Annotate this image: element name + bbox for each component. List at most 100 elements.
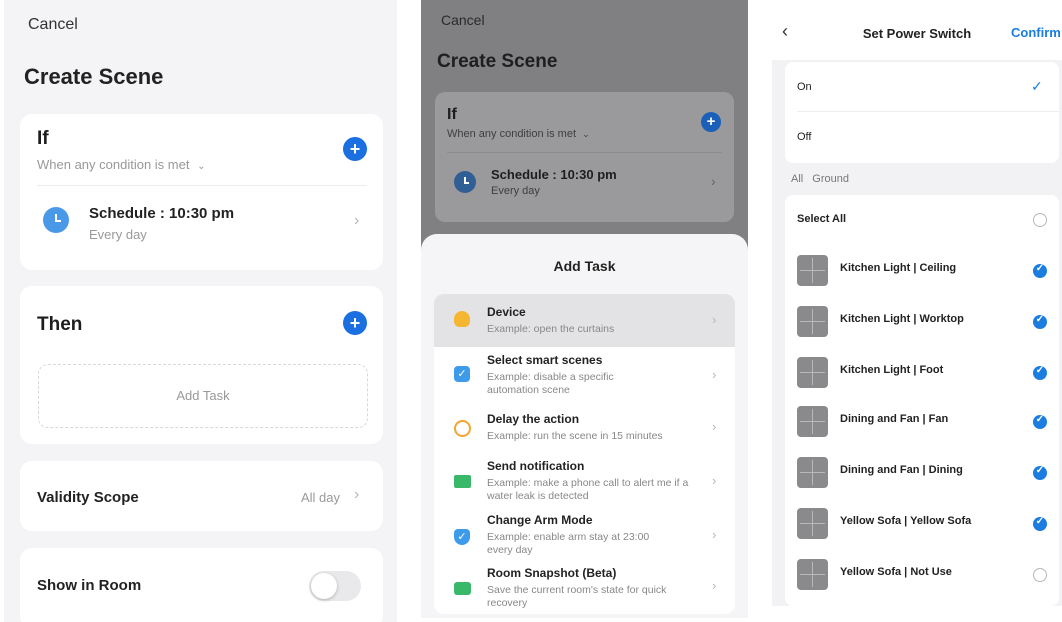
checked-circle-icon[interactable]	[1033, 263, 1047, 278]
switch-panel-icon	[797, 357, 828, 388]
device-row[interactable]: Kitchen Light | Ceiling	[785, 246, 1059, 296]
chevron-right-icon: ›	[711, 173, 716, 189]
if-title: If	[37, 128, 49, 149]
chevron-right-icon: ›	[712, 367, 717, 382]
device-row[interactable]: Dining and Fan | Fan	[785, 397, 1059, 447]
task-description: Example: open the curtains	[487, 323, 615, 335]
cancel-button[interactable]: Cancel	[28, 16, 78, 34]
clock-icon	[454, 171, 476, 193]
device-name: Dining and Fan | Dining	[840, 464, 963, 476]
condition-dropdown[interactable]: When any condition is met ⌄	[447, 128, 590, 140]
add-condition-button[interactable]: +	[701, 112, 721, 132]
switch-panel-icon	[797, 306, 828, 337]
schedule-title: Schedule : 10:30 pm	[491, 167, 617, 182]
task-item-notification[interactable]: Send notification Example: make a phone …	[434, 456, 735, 510]
task-title: Send notification	[487, 459, 585, 473]
if-card	[20, 114, 383, 270]
power-options-card	[785, 62, 1059, 163]
option-off[interactable]: Off	[797, 131, 811, 143]
page-title: Create Scene	[437, 51, 558, 72]
add-task-sheet: Add Task Device Example: open the curtai…	[421, 234, 748, 618]
device-name: Yellow Sofa | Yellow Sofa	[840, 515, 972, 527]
task-title: Device	[487, 305, 526, 319]
task-description: Save the current room's state for quick …	[487, 584, 667, 609]
filter-all[interactable]: All	[791, 173, 803, 185]
show-in-room-toggle[interactable]	[309, 571, 361, 601]
checkmark-icon: ✓	[1031, 78, 1043, 94]
envelope-icon	[454, 475, 471, 488]
clock-icon	[43, 207, 69, 233]
checked-circle-icon[interactable]	[1033, 365, 1047, 380]
schedule-subtitle: Every day	[89, 227, 147, 242]
checked-circle-icon[interactable]	[1033, 314, 1047, 329]
chevron-right-icon: ›	[712, 527, 717, 542]
filter-ground[interactable]: Ground	[812, 173, 849, 185]
task-item-device[interactable]: Device Example: open the curtains ›	[434, 294, 735, 347]
select-all-label: Select All	[797, 213, 847, 225]
task-list: Device Example: open the curtains › ✓ Se…	[434, 294, 735, 614]
chevron-right-icon: ›	[712, 578, 717, 593]
chevron-right-icon: ›	[354, 212, 360, 229]
device-name: Kitchen Light | Foot	[840, 364, 944, 376]
task-title: Delay the action	[487, 412, 580, 426]
device-row[interactable]: Kitchen Light | Foot	[785, 348, 1059, 398]
chevron-down-icon: ⌄	[582, 129, 590, 139]
switch-panel-icon	[797, 508, 828, 539]
switch-panel-icon	[797, 559, 828, 590]
task-title: Room Snapshot (Beta)	[487, 566, 617, 580]
condition-label: When any condition is met	[447, 128, 577, 140]
option-on[interactable]: On	[797, 81, 812, 93]
plus-icon: +	[706, 113, 716, 130]
condition-dropdown[interactable]: When any condition is met ⌄	[37, 157, 205, 172]
device-row[interactable]: Kitchen Light | Worktop	[785, 297, 1059, 347]
switch-panel-icon	[797, 406, 828, 437]
device-name: Kitchen Light | Ceiling	[840, 262, 957, 274]
add-task-button[interactable]: Add Task	[38, 364, 368, 428]
schedule-title: Schedule : 10:30 pm	[89, 205, 235, 222]
device-name: Dining and Fan | Fan	[840, 413, 949, 425]
select-all-radio[interactable]	[1033, 213, 1047, 227]
add-action-button[interactable]: +	[343, 311, 367, 335]
device-name: Kitchen Light | Worktop	[840, 313, 964, 325]
show-in-room-label: Show in Room	[37, 577, 142, 594]
if-card	[435, 92, 734, 222]
page-title: Create Scene	[24, 64, 164, 89]
task-description: Example: enable arm stay at 23:00 every …	[487, 531, 650, 556]
device-row[interactable]: Yellow Sofa | Not Use	[785, 550, 1059, 600]
divider	[797, 111, 1059, 112]
task-item-smart-scenes[interactable]: ✓ Select smart scenes Example: disable a…	[434, 347, 735, 404]
confirm-button[interactable]: Confirm	[1011, 25, 1061, 40]
schedule-subtitle: Every day	[491, 185, 540, 197]
task-description: Example: run the scene in 15 minutes	[487, 430, 663, 442]
chevron-right-icon: ›	[712, 473, 717, 488]
timer-icon	[454, 420, 471, 437]
task-item-delay[interactable]: Delay the action Example: run the scene …	[434, 404, 735, 456]
device-row[interactable]: Yellow Sofa | Yellow Sofa	[785, 499, 1059, 549]
chevron-right-icon: ›	[712, 312, 717, 327]
if-title: If	[447, 106, 457, 123]
device-row[interactable]: Dining and Fan | Dining	[785, 448, 1059, 498]
task-item-arm-mode[interactable]: ✓ Change Arm Mode Example: enable arm st…	[434, 510, 735, 563]
chevron-right-icon: ›	[712, 419, 717, 434]
divider	[447, 152, 722, 153]
room-filter: All Ground	[791, 173, 849, 185]
checked-circle-icon[interactable]	[1033, 465, 1047, 480]
condition-label: When any condition is met	[37, 157, 190, 172]
validity-scope-value: All day	[301, 490, 341, 505]
device-name: Yellow Sofa | Not Use	[840, 566, 952, 578]
checked-circle-icon[interactable]	[1033, 414, 1047, 429]
plus-icon: +	[349, 139, 361, 159]
create-scene-screen: Cancel Create Scene If When any conditio…	[4, 0, 397, 622]
shield-check-icon: ✓	[454, 529, 470, 545]
task-item-room-snapshot[interactable]: Room Snapshot (Beta) Save the current ro…	[434, 563, 735, 614]
unchecked-circle-icon[interactable]	[1033, 568, 1047, 582]
validity-scope-label: Validity Scope	[37, 489, 139, 506]
switch-panel-icon	[797, 457, 828, 488]
checked-circle-icon[interactable]	[1033, 516, 1047, 531]
task-description: Example: disable a specific automation s…	[487, 371, 614, 396]
task-title: Change Arm Mode	[487, 513, 593, 527]
add-condition-button[interactable]: +	[343, 137, 367, 161]
chevron-right-icon: ›	[354, 486, 360, 503]
set-power-switch-screen: ‹ Set Power Switch Confirm On ✓ Off All …	[772, 0, 1062, 606]
cancel-button[interactable]: Cancel	[441, 12, 485, 28]
